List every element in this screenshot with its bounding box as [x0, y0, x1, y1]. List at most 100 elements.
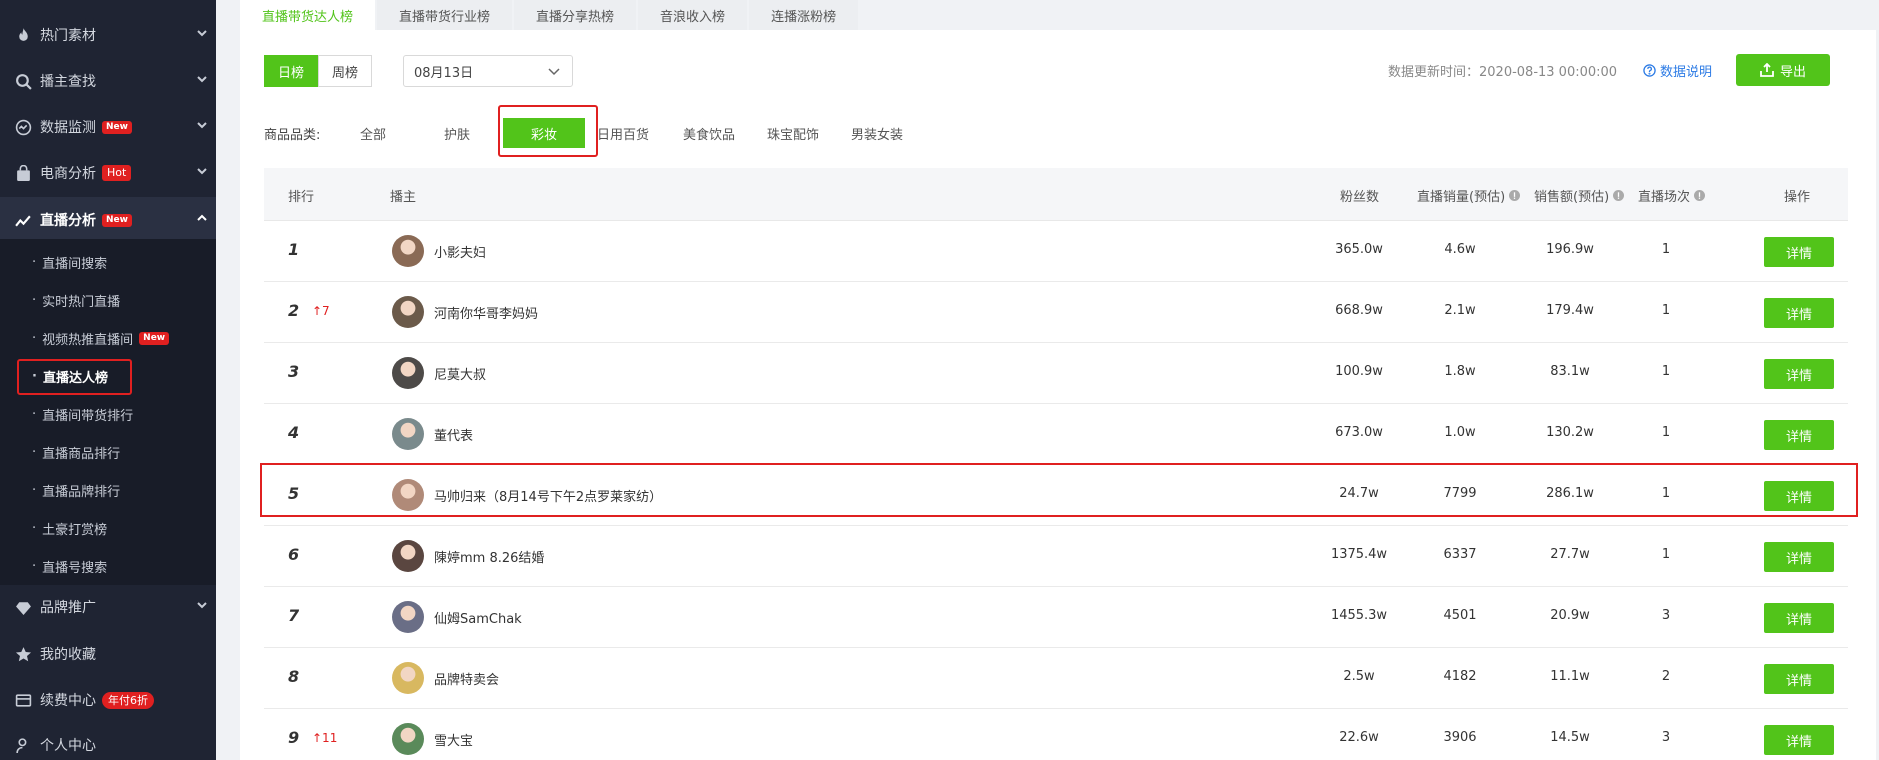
category-all[interactable]: 全部 — [360, 124, 386, 143]
sidebar-subitem-live-brand-rank[interactable]: 直播品牌排行 — [0, 471, 216, 509]
date-value: 08月13日 — [414, 65, 474, 81]
host-name[interactable]: 董代表 — [434, 425, 473, 444]
detail-button[interactable]: 详情 — [1764, 542, 1834, 572]
star-icon — [14, 645, 32, 663]
avatar[interactable] — [392, 540, 424, 572]
detail-button[interactable]: 详情 — [1764, 725, 1834, 755]
host-name[interactable]: 尼莫大叔 — [434, 364, 486, 383]
data-explain-link[interactable]: 数据说明 — [1643, 61, 1712, 80]
avatar[interactable] — [392, 235, 424, 267]
detail-button[interactable]: 详情 — [1764, 664, 1834, 694]
discount-badge: 年付6折 — [102, 691, 154, 709]
sales-amount: 130.2w — [1546, 425, 1594, 440]
detail-button[interactable]: 详情 — [1764, 237, 1834, 267]
sidebar-item-hot-material[interactable]: 热门素材 — [0, 12, 216, 58]
avatar[interactable] — [392, 723, 424, 755]
tab-sound-wave-income[interactable]: 音浪收入榜 — [638, 0, 748, 30]
fans-count: 1375.4w — [1330, 547, 1388, 562]
host-name[interactable]: 小影夫妇 — [434, 242, 486, 261]
avatar[interactable] — [392, 601, 424, 633]
session-count: 2 — [1661, 669, 1671, 684]
sidebar-subitem-video-hot-live[interactable]: 视频热推直播间 New — [0, 319, 216, 357]
export-icon — [1760, 63, 1774, 77]
session-count: 1 — [1661, 547, 1671, 562]
detail-button[interactable]: 详情 — [1764, 298, 1834, 328]
host-name[interactable]: 仙姆SamChak — [434, 608, 522, 627]
explain-label: 数据说明 — [1660, 65, 1713, 80]
sidebar-subitem-live-account-search[interactable]: 直播号搜索 — [0, 547, 216, 585]
period-toggle: 日榜 周榜 — [264, 55, 372, 87]
sidebar-item-personal-center[interactable]: 个人中心 — [0, 722, 216, 760]
chevron-down-icon — [196, 27, 207, 37]
sidebar-subitem-live-room-search[interactable]: 直播间搜索 — [0, 243, 216, 281]
highlight-box — [498, 105, 598, 157]
avatar[interactable] — [392, 357, 424, 389]
category-jewelry[interactable]: 珠宝配饰 — [767, 124, 819, 143]
card-icon — [14, 691, 32, 709]
table-header: 排行 播主 粉丝数 直播销量(预估) 销售额(预估) 直播场次 操作 — [264, 168, 1848, 221]
detail-button[interactable]: 详情 — [1764, 420, 1834, 450]
chevron-down-icon — [548, 68, 560, 76]
host-name[interactable]: 雪大宝 — [434, 730, 473, 749]
weekly-button[interactable]: 周榜 — [318, 55, 372, 87]
sidebar-subitem-tycoon-reward-rank[interactable]: 土豪打赏榜 — [0, 509, 216, 547]
detail-button[interactable]: 详情 — [1764, 359, 1834, 389]
host-name[interactable]: 河南你华哥李妈妈 — [434, 303, 538, 322]
tab-live-share-hot[interactable]: 直播分享热榜 — [514, 0, 637, 30]
category-skincare[interactable]: 护肤 — [444, 124, 470, 143]
sidebar-subitem-live-talent-rank[interactable]: 直播达人榜 — [0, 357, 216, 395]
table-row: 9 ↑11 雪大宝 22.6w 3906 14.5w 3 详情 — [264, 709, 1848, 760]
user-icon — [14, 736, 32, 754]
help-icon — [1643, 64, 1656, 77]
sidebar-item-label: 电商分析 — [40, 166, 96, 182]
detail-button[interactable]: 详情 — [1764, 603, 1834, 633]
session-count: 3 — [1661, 608, 1671, 623]
subitem-label: 直播号搜索 — [42, 560, 108, 576]
rank-number: 7 — [288, 606, 300, 625]
header-rank: 排行 — [288, 190, 315, 205]
rank-number: 6 — [288, 545, 300, 564]
date-select[interactable]: 08月13日 — [403, 55, 573, 87]
category-food-drinks[interactable]: 美食饮品 — [683, 124, 735, 143]
sidebar-item-my-favorites[interactable]: 我的收藏 — [0, 631, 216, 677]
table-row: 7 仙姆SamChak 1455.3w 4501 20.9w 3 详情 — [264, 587, 1848, 648]
tab-follower-growth[interactable]: 连播涨粉榜 — [749, 0, 859, 30]
sidebar-subitem-live-product-rank[interactable]: 直播商品排行 — [0, 433, 216, 471]
header-amount-label: 销售额(预估) — [1534, 190, 1610, 205]
sidebar-item-renewal-center[interactable]: 续费中心 年付6折 — [0, 677, 216, 723]
session-count: 1 — [1661, 425, 1671, 440]
category-apparel[interactable]: 男装女装 — [851, 124, 903, 143]
daily-button[interactable]: 日榜 — [264, 55, 318, 87]
tab-live-sales-talent[interactable]: 直播带货达人榜 — [240, 0, 376, 30]
avatar[interactable] — [392, 296, 424, 328]
sales-count: 2.1w — [1444, 303, 1476, 318]
category-daily-goods[interactable]: 日用百货 — [597, 124, 649, 143]
sidebar-subitem-live-room-sales-rank[interactable]: 直播间带货排行 — [0, 395, 216, 433]
rank-number: 3 — [288, 362, 300, 381]
tab-live-sales-industry[interactable]: 直播带货行业榜 — [377, 0, 513, 30]
fans-count: 100.9w — [1335, 364, 1383, 379]
export-button[interactable]: 导出 — [1736, 54, 1830, 86]
host-name[interactable]: 陳婷mm 8.26结婚 — [434, 547, 544, 566]
sales-amount: 20.9w — [1550, 608, 1590, 623]
sales-amount: 179.4w — [1546, 303, 1594, 318]
avatar[interactable] — [392, 662, 424, 694]
new-badge: New — [102, 120, 132, 134]
sales-count: 1.8w — [1444, 364, 1476, 379]
host-name[interactable]: 品牌特卖会 — [434, 669, 499, 688]
sidebar-item-ecommerce[interactable]: 电商分析 Hot — [0, 150, 216, 196]
sidebar-item-live-analysis[interactable]: 直播分析 New — [0, 197, 216, 243]
sidebar-item-brand-promotion[interactable]: 品牌推广 — [0, 584, 216, 630]
avatar[interactable] — [392, 418, 424, 450]
rank-number: 1 — [288, 240, 300, 259]
new-badge: New — [139, 331, 170, 345]
fans-count: 1455.3w — [1330, 608, 1388, 623]
sidebar-item-label: 播主查找 — [40, 74, 96, 90]
session-count: 3 — [1661, 730, 1671, 745]
sidebar-item-data-monitor[interactable]: 数据监测 New — [0, 104, 216, 150]
sidebar-subitem-realtime-hot-live[interactable]: 实时热门直播 — [0, 281, 216, 319]
sales-count: 1.0w — [1444, 425, 1476, 440]
info-icon — [1613, 190, 1625, 201]
flame-icon — [14, 26, 32, 44]
sidebar-item-host-search[interactable]: 播主查找 — [0, 58, 216, 104]
